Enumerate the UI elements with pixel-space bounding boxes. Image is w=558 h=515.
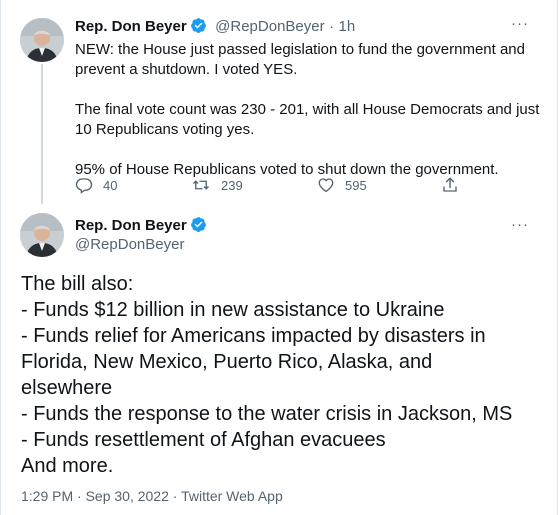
verified-badge-icon	[190, 217, 206, 232]
reply-count: 40	[103, 177, 118, 193]
tweet1-paragraph-2: The final vote count was 230 - 201, with…	[75, 101, 540, 138]
like-icon	[318, 178, 334, 193]
share-icon	[443, 177, 457, 192]
tweet1-text: NEW: the House just passed legislation t…	[75, 40, 545, 180]
tweet2-line: elsewhere	[21, 377, 113, 399]
retweet-icon	[193, 180, 209, 190]
author-name[interactable]: Rep. Don Beyer	[75, 217, 187, 234]
thread-line	[41, 64, 43, 204]
like-button[interactable]: 595	[317, 174, 367, 196]
avatar[interactable]	[20, 18, 64, 62]
tweet2-line: - Funds relief for Americans impacted by…	[21, 325, 486, 347]
tweet2-line: - Funds the response to the water crisis…	[21, 403, 513, 425]
avatar-photo	[20, 18, 64, 62]
tweet2-header: Rep. Don Beyer	[75, 216, 207, 235]
separator-dot: ·	[329, 18, 335, 35]
author-handle[interactable]: @RepDonBeyer	[215, 18, 324, 35]
reply-icon	[75, 178, 93, 194]
tweet2-line: And more.	[21, 455, 114, 477]
more-icon[interactable]: ···	[511, 15, 529, 32]
tweet1-actions: 40 239 595	[75, 174, 475, 196]
tweet2-line: Florida, New Mexico, Puerto Rico, Alaska…	[21, 351, 433, 373]
reply-button[interactable]: 40	[75, 174, 117, 196]
more-icon[interactable]: ···	[511, 216, 529, 233]
tweet2-line: - Funds resettlement of Afghan evacuees	[21, 429, 386, 451]
tweet2-line: - Funds $12 billion in new assistance to…	[21, 299, 445, 321]
tweet-time[interactable]: 1h	[339, 18, 356, 35]
share-button[interactable]	[441, 174, 469, 196]
author-handle[interactable]: @RepDonBeyer	[75, 236, 184, 253]
avatar[interactable]	[20, 213, 64, 257]
avatar-photo	[20, 213, 64, 257]
retweet-count: 239	[221, 177, 243, 193]
tweet1-header: Rep. Don Beyer @RepDonBeyer · 1h	[75, 17, 355, 36]
tweet1-paragraph-1: NEW: the House just passed legislation t…	[75, 41, 525, 78]
like-count: 595	[345, 177, 367, 193]
tweet-thread: Rep. Don Beyer @RepDonBeyer · 1h ··· NEW…	[0, 0, 558, 515]
tweet-metadata[interactable]: 1:29 PM · Sep 30, 2022 · Twitter Web App	[21, 488, 283, 504]
verified-badge-icon	[190, 18, 206, 33]
tweet2-text: The bill also: - Funds $12 billion in ne…	[21, 271, 551, 479]
retweet-button[interactable]: 239	[191, 174, 243, 196]
author-name[interactable]: Rep. Don Beyer	[75, 18, 187, 35]
tweet2-line: The bill also:	[21, 273, 134, 295]
